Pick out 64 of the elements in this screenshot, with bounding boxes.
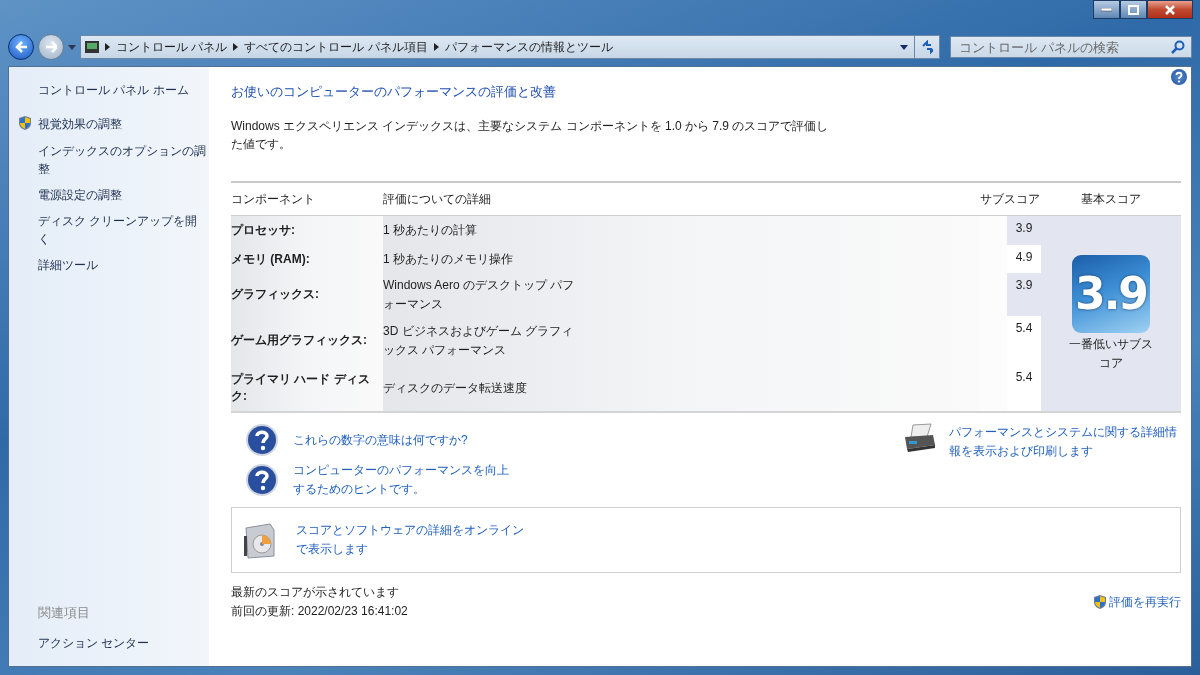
help-icon bbox=[245, 463, 279, 497]
component-detail: 1 秒あたりの計算 bbox=[383, 222, 478, 239]
column-header: 基本スコア bbox=[1081, 190, 1141, 208]
breadcrumb[interactable]: コントロール パネル bbox=[116, 38, 228, 56]
column-header: サブスコア bbox=[980, 190, 1040, 208]
printer-icon bbox=[903, 423, 937, 453]
sidebar-link[interactable]: インデックスのオプションの調整 bbox=[38, 142, 207, 178]
component-detail: 1 秒あたりのメモリ操作 bbox=[383, 250, 514, 268]
sidebar-link[interactable]: アクション センター bbox=[38, 636, 150, 650]
minimize-button[interactable] bbox=[1093, 0, 1120, 19]
control-panel-icon bbox=[85, 41, 99, 53]
refresh-button[interactable] bbox=[914, 35, 940, 59]
arrow-right-icon bbox=[45, 41, 57, 53]
maximize-button[interactable] bbox=[1120, 0, 1147, 19]
sidebar-link[interactable]: 詳細ツール bbox=[38, 256, 98, 274]
subscore-cell: 3.9 bbox=[1007, 216, 1041, 245]
component-name: プライマリ ハード ディスク: bbox=[231, 371, 371, 405]
help-link[interactable]: コンピューターのパフォーマンスを向上するためのヒントです。 bbox=[293, 461, 513, 499]
column-header: 評価についての詳細 bbox=[383, 190, 491, 208]
back-button[interactable] bbox=[8, 34, 34, 60]
dropdown-icon[interactable] bbox=[900, 44, 908, 50]
refresh-icon bbox=[921, 40, 933, 54]
close-icon bbox=[1164, 4, 1176, 15]
component-name: プロセッサ: bbox=[231, 222, 296, 239]
help-link[interactable]: これらの数字の意味は何ですか? bbox=[293, 430, 513, 450]
page-heading: お使いのコンピューターのパフォーマンスの評価と改善 bbox=[231, 83, 557, 101]
component-detail: ディスクのデータ転送速度 bbox=[383, 379, 528, 397]
related-heading: 関連項目 bbox=[38, 605, 91, 622]
breadcrumb[interactable]: すべてのコントロール パネル項目 bbox=[244, 38, 428, 56]
chevron-icon bbox=[105, 43, 110, 51]
component-name: ゲーム用グラフィックス: bbox=[231, 332, 368, 349]
help-button[interactable] bbox=[1171, 69, 1187, 85]
forward-button[interactable] bbox=[38, 34, 64, 60]
sidebar-link[interactable]: コントロール パネル ホーム bbox=[38, 81, 207, 99]
base-score-caption: 一番低いサブスコア bbox=[1068, 335, 1154, 372]
component-name: メモリ (RAM): bbox=[231, 250, 311, 268]
base-score-badge: 3.9 bbox=[1072, 254, 1150, 333]
address-bar[interactable]: コントロール パネル すべてのコントロール パネル項目 パフォーマンスの情報とツール bbox=[80, 35, 915, 59]
status-text: 最新のスコアが示されています bbox=[231, 584, 400, 601]
component-detail: 3D ビジネスおよびゲーム グラフィックス パフォーマンス bbox=[383, 322, 574, 359]
component-name: グラフィックス: bbox=[231, 286, 320, 303]
chevron-icon bbox=[233, 43, 239, 51]
sidebar-link[interactable]: ディスク クリーンアップを開く bbox=[38, 212, 207, 248]
subscore-cell: 3.9 bbox=[1007, 273, 1041, 316]
description-text: Windows エクスペリエンス インデックスは、主要なシステム コンポーネントを 1.0 から 7.9 のスコアで評価した値です。 bbox=[231, 118, 830, 153]
shield-icon bbox=[1092, 594, 1108, 610]
chevron-icon bbox=[433, 43, 439, 51]
search-field[interactable]: コントロール パネルの検索 bbox=[950, 36, 1192, 58]
arrow-left-icon bbox=[15, 41, 27, 53]
close-button[interactable] bbox=[1147, 0, 1193, 19]
column-header: コンポーネント bbox=[231, 190, 315, 208]
breadcrumb[interactable]: パフォーマンスの情報とツール bbox=[444, 38, 613, 56]
maximize-icon bbox=[1128, 4, 1139, 15]
sidebar-link[interactable]: 視覚効果の調整 bbox=[38, 115, 122, 133]
online-details-link[interactable]: スコアとソフトウェアの詳細をオンラインで表示します bbox=[296, 521, 528, 559]
last-update-text: 前回の更新: 2022/02/23 16:41:02 bbox=[231, 603, 408, 620]
history-dropdown-icon[interactable] bbox=[68, 44, 76, 50]
help-icon bbox=[245, 423, 279, 457]
search-icon bbox=[1171, 40, 1185, 54]
rerun-assessment-link[interactable]: 評価を再実行 bbox=[1109, 592, 1181, 612]
sidebar-link[interactable]: 電源設定の調整 bbox=[38, 186, 122, 204]
minimize-icon bbox=[1101, 7, 1112, 12]
print-details-link[interactable]: パフォーマンスとシステムに関する詳細情報を表示および印刷します bbox=[949, 423, 1181, 461]
component-detail: Windows Aero のデスクトップ パフォーマンス bbox=[383, 276, 576, 313]
